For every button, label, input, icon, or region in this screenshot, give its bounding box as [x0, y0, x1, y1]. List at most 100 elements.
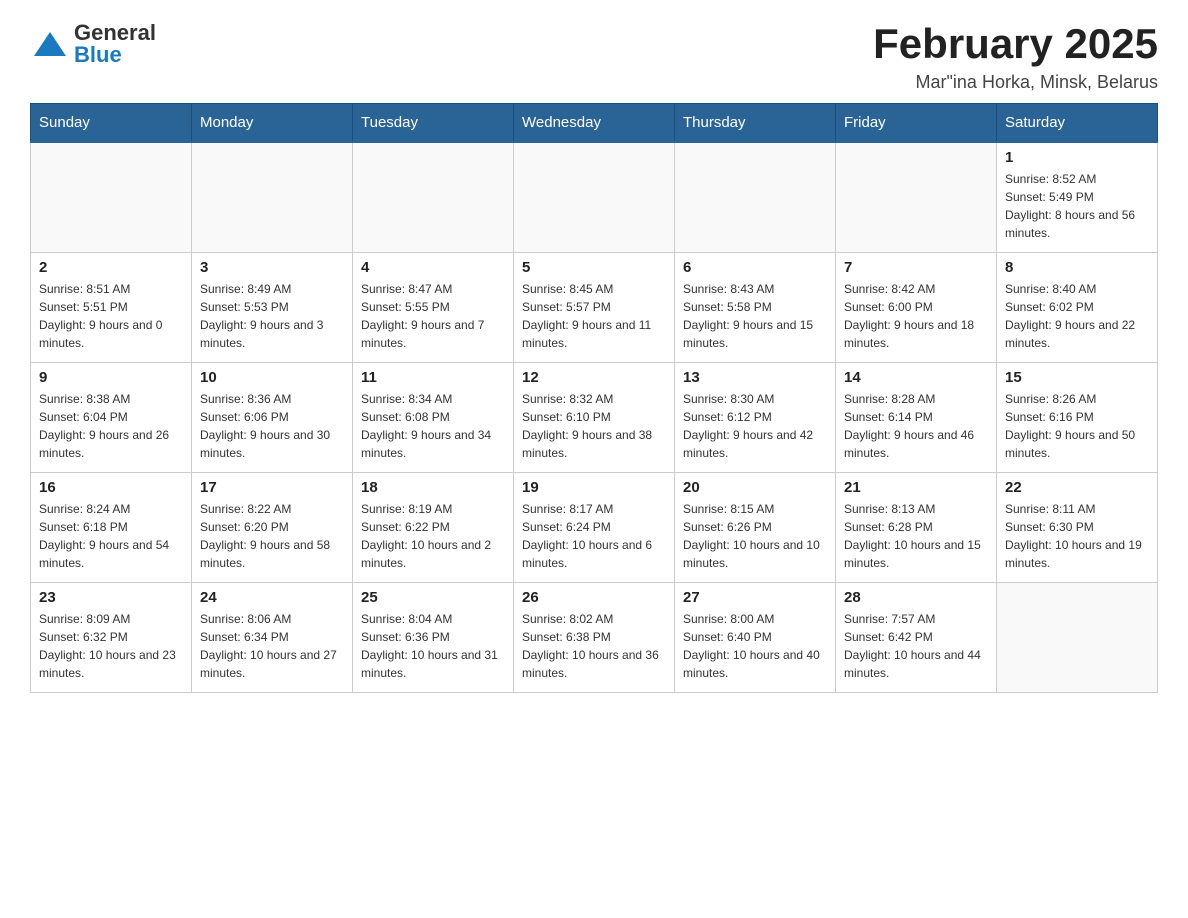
logo: General Blue [30, 20, 156, 68]
title-block: February 2025 Mar"ina Horka, Minsk, Bela… [873, 20, 1158, 93]
calendar-cell: 8 Sunrise: 8:40 AMSunset: 6:02 PMDaylight… [997, 252, 1158, 362]
calendar-week-row: 2Sunrise: 8:51 AMSunset: 5:51 PMDaylight… [31, 252, 1158, 362]
day-number: 4 [361, 259, 505, 276]
day-info: Sunrise: 8:45 AMSunset: 5:57 PMDaylight:… [522, 280, 666, 352]
day-of-week-header: Friday [836, 104, 997, 143]
day-info: Sunrise: 8:30 AMSunset: 6:12 PMDaylight:… [683, 390, 827, 462]
calendar-header: SundayMondayTuesdayWednesdayThursdayFrid… [31, 104, 1158, 143]
day-number: 21 [844, 479, 988, 496]
day-number: 28 [844, 589, 988, 606]
day-number: 24 [200, 589, 344, 606]
day-info: Sunrise: 8:36 AMSunset: 6:06 PMDaylight:… [200, 390, 344, 462]
day-info: Sunrise: 8:00 AMSunset: 6:40 PMDaylight:… [683, 610, 827, 682]
calendar-cell [192, 142, 353, 252]
day-number: 8 [1005, 259, 1149, 276]
day-number: 25 [361, 589, 505, 606]
day-info: Sunrise: 8:15 AMSunset: 6:26 PMDaylight:… [683, 500, 827, 572]
calendar-subtitle: Mar"ina Horka, Minsk, Belarus [873, 72, 1158, 93]
day-number: 14 [844, 369, 988, 386]
calendar-cell [353, 142, 514, 252]
calendar-table: SundayMondayTuesdayWednesdayThursdayFrid… [30, 103, 1158, 693]
day-info: Sunrise: 8:42 AMSunset: 6:00 PMDaylight:… [844, 280, 988, 352]
day-info: Sunrise: 8:40 AMSunset: 6:02 PMDaylight:… [1005, 280, 1149, 352]
calendar-cell: 7 Sunrise: 8:42 AMSunset: 6:00 PMDaylight… [836, 252, 997, 362]
day-info: Sunrise: 8:02 AMSunset: 6:38 PMDaylight:… [522, 610, 666, 682]
day-info: Sunrise: 8:34 AMSunset: 6:08 PMDaylight:… [361, 390, 505, 462]
day-info: Sunrise: 8:06 AMSunset: 6:34 PMDaylight:… [200, 610, 344, 682]
day-number: 11 [361, 369, 505, 386]
day-info: Sunrise: 8:22 AMSunset: 6:20 PMDaylight:… [200, 500, 344, 572]
calendar-cell: 25 Sunrise: 8:04 AMSunset: 6:36 PMDayligh… [353, 582, 514, 692]
day-info: Sunrise: 8:38 AMSunset: 6:04 PMDaylight:… [39, 390, 183, 462]
day-number: 1 [1005, 149, 1149, 166]
day-info: Sunrise: 8:19 AMSunset: 6:22 PMDaylight:… [361, 500, 505, 572]
calendar-week-row: 23 Sunrise: 8:09 AMSunset: 6:32 PMDayligh… [31, 582, 1158, 692]
day-number: 17 [200, 479, 344, 496]
day-number: 19 [522, 479, 666, 496]
day-number: 9 [39, 369, 183, 386]
day-info: Sunrise: 8:51 AMSunset: 5:51 PMDaylight:… [39, 280, 183, 352]
calendar-cell: 10 Sunrise: 8:36 AMSunset: 6:06 PMDayligh… [192, 362, 353, 472]
day-info: Sunrise: 8:43 AMSunset: 5:58 PMDaylight:… [683, 280, 827, 352]
day-info: Sunrise: 8:26 AMSunset: 6:16 PMDaylight:… [1005, 390, 1149, 462]
calendar-cell: 15 Sunrise: 8:26 AMSunset: 6:16 PMDayligh… [997, 362, 1158, 472]
calendar-cell: 14 Sunrise: 8:28 AMSunset: 6:14 PMDayligh… [836, 362, 997, 472]
day-of-week-header: Monday [192, 104, 353, 143]
calendar-cell: 24 Sunrise: 8:06 AMSunset: 6:34 PMDayligh… [192, 582, 353, 692]
day-info: Sunrise: 8:24 AMSunset: 6:18 PMDaylight:… [39, 500, 183, 572]
calendar-cell: 21 Sunrise: 8:13 AMSunset: 6:28 PMDayligh… [836, 472, 997, 582]
calendar-body: 1 Sunrise: 8:52 AMSunset: 5:49 PMDaylight… [31, 142, 1158, 692]
calendar-cell: 19 Sunrise: 8:17 AMSunset: 6:24 PMDayligh… [514, 472, 675, 582]
calendar-cell: 16 Sunrise: 8:24 AMSunset: 6:18 PMDayligh… [31, 472, 192, 582]
calendar-cell: 28 Sunrise: 7:57 AMSunset: 6:42 PMDayligh… [836, 582, 997, 692]
calendar-cell: 11 Sunrise: 8:34 AMSunset: 6:08 PMDayligh… [353, 362, 514, 472]
day-info: Sunrise: 8:17 AMSunset: 6:24 PMDaylight:… [522, 500, 666, 572]
calendar-cell: 17 Sunrise: 8:22 AMSunset: 6:20 PMDayligh… [192, 472, 353, 582]
day-info: Sunrise: 8:09 AMSunset: 6:32 PMDaylight:… [39, 610, 183, 682]
calendar-cell: 2Sunrise: 8:51 AMSunset: 5:51 PMDaylight… [31, 252, 192, 362]
day-info: Sunrise: 8:49 AMSunset: 5:53 PMDaylight:… [200, 280, 344, 352]
day-info: Sunrise: 8:52 AMSunset: 5:49 PMDaylight:… [1005, 170, 1149, 242]
day-info: Sunrise: 8:47 AMSunset: 5:55 PMDaylight:… [361, 280, 505, 352]
day-of-week-header: Tuesday [353, 104, 514, 143]
day-number: 3 [200, 259, 344, 276]
calendar-cell [514, 142, 675, 252]
calendar-cell: 9 Sunrise: 8:38 AMSunset: 6:04 PMDaylight… [31, 362, 192, 472]
day-number: 13 [683, 369, 827, 386]
day-info: Sunrise: 8:04 AMSunset: 6:36 PMDaylight:… [361, 610, 505, 682]
calendar-cell: 6 Sunrise: 8:43 AMSunset: 5:58 PMDaylight… [675, 252, 836, 362]
calendar-cell: 5Sunrise: 8:45 AMSunset: 5:57 PMDaylight… [514, 252, 675, 362]
day-number: 10 [200, 369, 344, 386]
day-number: 12 [522, 369, 666, 386]
day-number: 7 [844, 259, 988, 276]
calendar-title: February 2025 [873, 20, 1158, 68]
day-info: Sunrise: 8:28 AMSunset: 6:14 PMDaylight:… [844, 390, 988, 462]
day-of-week-header: Saturday [997, 104, 1158, 143]
calendar-cell [836, 142, 997, 252]
day-number: 6 [683, 259, 827, 276]
day-info: Sunrise: 7:57 AMSunset: 6:42 PMDaylight:… [844, 610, 988, 682]
calendar-week-row: 16 Sunrise: 8:24 AMSunset: 6:18 PMDayligh… [31, 472, 1158, 582]
day-number: 23 [39, 589, 183, 606]
day-number: 22 [1005, 479, 1149, 496]
day-number: 15 [1005, 369, 1149, 386]
page-header: General Blue February 2025 Mar"ina Horka… [30, 20, 1158, 93]
calendar-cell: 26 Sunrise: 8:02 AMSunset: 6:38 PMDayligh… [514, 582, 675, 692]
day-number: 20 [683, 479, 827, 496]
calendar-cell: 13 Sunrise: 8:30 AMSunset: 6:12 PMDayligh… [675, 362, 836, 472]
calendar-cell: 27 Sunrise: 8:00 AMSunset: 6:40 PMDayligh… [675, 582, 836, 692]
logo-icon [30, 24, 70, 64]
calendar-cell: 22Sunrise: 8:11 AMSunset: 6:30 PMDayligh… [997, 472, 1158, 582]
day-number: 26 [522, 589, 666, 606]
days-of-week-row: SundayMondayTuesdayWednesdayThursdayFrid… [31, 104, 1158, 143]
calendar-cell: 4 Sunrise: 8:47 AMSunset: 5:55 PMDaylight… [353, 252, 514, 362]
calendar-cell: 3 Sunrise: 8:49 AMSunset: 5:53 PMDaylight… [192, 252, 353, 362]
day-info: Sunrise: 8:13 AMSunset: 6:28 PMDaylight:… [844, 500, 988, 572]
day-number: 27 [683, 589, 827, 606]
logo-text: General Blue [74, 20, 156, 68]
day-of-week-header: Thursday [675, 104, 836, 143]
calendar-cell [675, 142, 836, 252]
day-number: 16 [39, 479, 183, 496]
calendar-week-row: 1 Sunrise: 8:52 AMSunset: 5:49 PMDaylight… [31, 142, 1158, 252]
day-of-week-header: Sunday [31, 104, 192, 143]
